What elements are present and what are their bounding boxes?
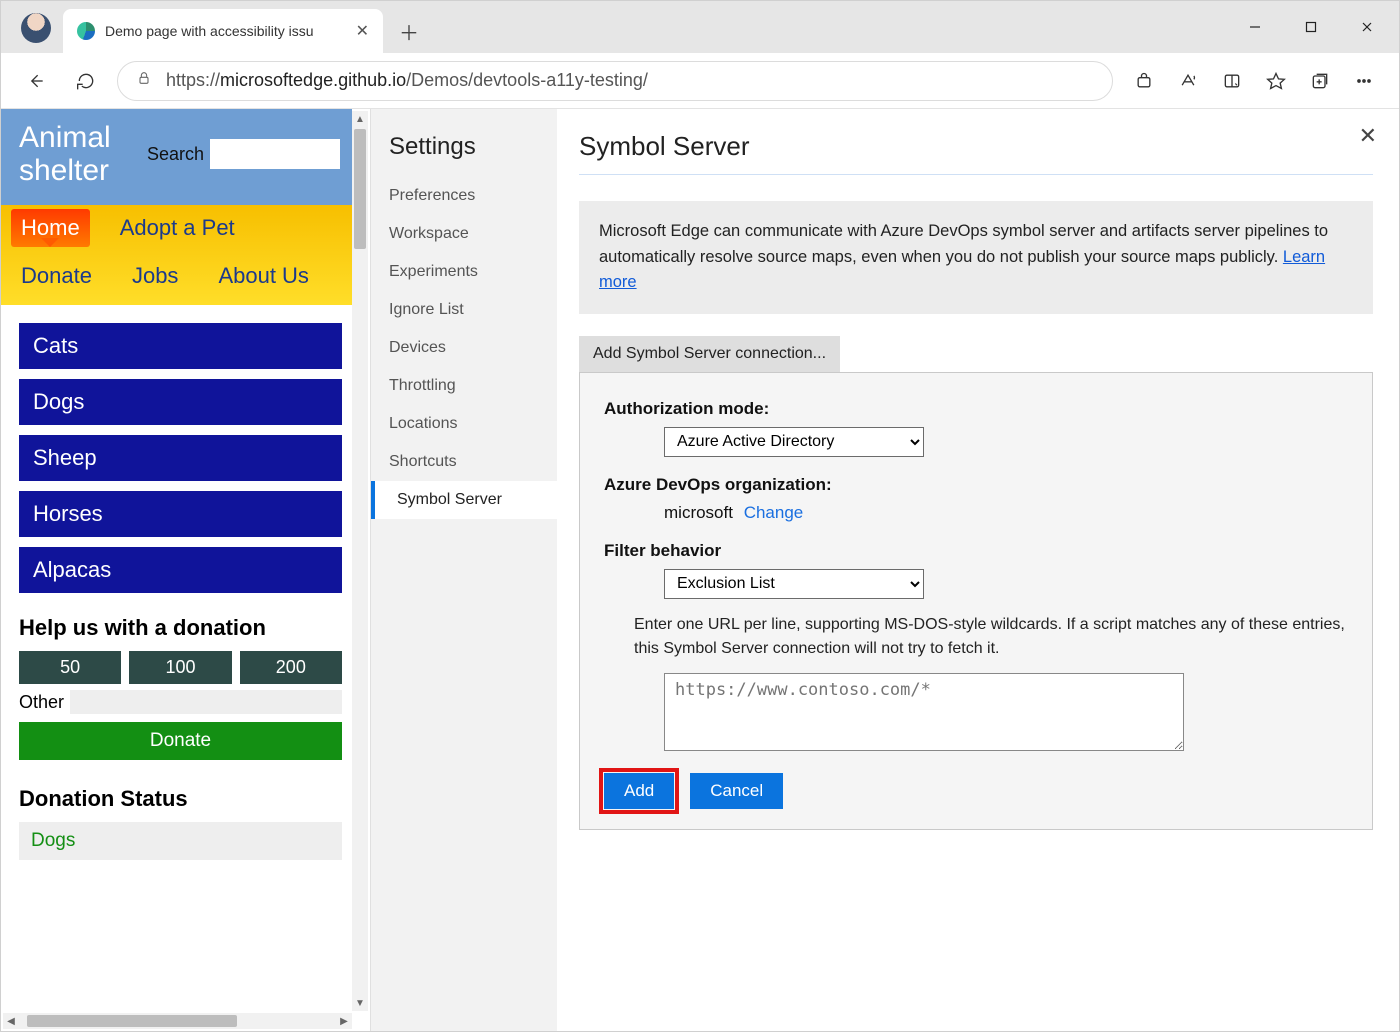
favorite-icon[interactable] (1257, 62, 1295, 100)
scroll-left-arrow-icon[interactable]: ◀ (3, 1013, 19, 1029)
filter-help-text: Enter one URL per line, supporting MS-DO… (634, 613, 1348, 661)
scroll-up-arrow-icon[interactable]: ▲ (352, 111, 368, 127)
auth-mode-label: Authorization mode: (604, 399, 1348, 419)
status-item: Dogs (19, 822, 342, 860)
main-nav: Home Adopt a Pet Donate Jobs About Us (1, 205, 352, 305)
filter-select[interactable]: Exclusion List (664, 569, 924, 599)
nav-about[interactable]: About Us (208, 257, 319, 295)
url-list-textarea[interactable] (664, 673, 1184, 751)
lock-icon (136, 70, 152, 91)
symbol-server-panel: ✕ Symbol Server Microsoft Edge can commu… (557, 109, 1399, 1031)
info-box: Microsoft Edge can communicate with Azur… (579, 201, 1373, 314)
settings-item-devices[interactable]: Devices (371, 329, 557, 367)
more-menu-icon[interactable] (1345, 62, 1383, 100)
profile-avatar[interactable] (21, 13, 51, 43)
settings-item-workspace[interactable]: Workspace (371, 215, 557, 253)
nav-adopt[interactable]: Adopt a Pet (110, 209, 245, 247)
edge-icon (77, 22, 95, 40)
window-minimize-button[interactable] (1227, 1, 1283, 53)
close-panel-icon[interactable]: ✕ (1359, 123, 1377, 149)
read-aloud-icon[interactable] (1169, 62, 1207, 100)
scroll-thumb[interactable] (354, 129, 366, 249)
window-close-button[interactable] (1339, 1, 1395, 53)
scroll-right-arrow-icon[interactable]: ▶ (336, 1013, 352, 1029)
vertical-scrollbar[interactable]: ▲ ▼ (352, 111, 368, 1011)
settings-item-locations[interactable]: Locations (371, 405, 557, 443)
url-path: /Demos/devtools-a11y-testing/ (406, 70, 648, 90)
info-text: Microsoft Edge can communicate with Azur… (599, 222, 1328, 266)
donation-amount-button[interactable]: 100 (129, 651, 231, 684)
url-host: microsoftedge.github.io (220, 70, 406, 90)
collections-icon[interactable] (1301, 62, 1339, 100)
cancel-button[interactable]: Cancel (690, 773, 783, 809)
auth-mode-select[interactable]: Azure Active Directory (664, 427, 924, 457)
browser-tab[interactable]: Demo page with accessibility issu ✕ (63, 9, 383, 53)
filter-label: Filter behavior (604, 541, 1348, 561)
site-title: Animalshelter (19, 121, 111, 187)
org-value: microsoft (664, 503, 733, 522)
back-button[interactable] (17, 62, 55, 100)
window-titlebar: Demo page with accessibility issu ✕ ＋ (1, 1, 1399, 53)
category-link[interactable]: Sheep (19, 435, 342, 481)
url-scheme: https:// (166, 70, 220, 90)
page-preview-pane: Animalshelter Search Home Adopt a Pet Do… (1, 109, 371, 1031)
scroll-down-arrow-icon[interactable]: ▼ (352, 995, 368, 1011)
add-connection-button[interactable]: Add Symbol Server connection... (579, 336, 840, 372)
reading-list-icon[interactable] (1213, 62, 1251, 100)
category-link[interactable]: Dogs (19, 379, 342, 425)
other-label: Other (19, 692, 64, 713)
settings-item-throttling[interactable]: Throttling (371, 367, 557, 405)
other-amount-input[interactable] (70, 690, 342, 714)
settings-item-experiments[interactable]: Experiments (371, 253, 557, 291)
donation-amount-button[interactable]: 200 (240, 651, 342, 684)
url-field[interactable]: https://microsoftedge.github.io/Demos/de… (117, 61, 1113, 101)
settings-item-symbol-server[interactable]: Symbol Server (371, 481, 557, 519)
search-input[interactable] (210, 139, 340, 169)
nav-jobs[interactable]: Jobs (122, 257, 188, 295)
donation-heading: Help us with a donation (19, 615, 352, 641)
panel-title: Symbol Server (579, 131, 1373, 175)
new-tab-button[interactable]: ＋ (391, 13, 427, 49)
address-bar: https://microsoftedge.github.io/Demos/de… (1, 53, 1399, 109)
settings-item-preferences[interactable]: Preferences (371, 177, 557, 215)
search-label: Search (147, 144, 204, 165)
settings-title: Settings (371, 127, 557, 177)
category-link[interactable]: Horses (19, 491, 342, 537)
horizontal-scrollbar[interactable]: ◀ ▶ (3, 1013, 352, 1029)
status-heading: Donation Status (19, 786, 352, 812)
org-label: Azure DevOps organization: (604, 475, 1348, 495)
settings-item-ignore-list[interactable]: Ignore List (371, 291, 557, 329)
nav-home[interactable]: Home (11, 209, 90, 247)
change-org-link[interactable]: Change (744, 503, 804, 522)
donation-amount-button[interactable]: 50 (19, 651, 121, 684)
category-link[interactable]: Alpacas (19, 547, 342, 593)
window-maximize-button[interactable] (1283, 1, 1339, 53)
donate-button[interactable]: Donate (19, 722, 342, 760)
add-button[interactable]: Add (604, 773, 674, 809)
category-link[interactable]: Cats (19, 323, 342, 369)
settings-sidebar: Settings PreferencesWorkspaceExperiments… (371, 109, 557, 1031)
tab-title: Demo page with accessibility issu (105, 23, 314, 39)
settings-item-shortcuts[interactable]: Shortcuts (371, 443, 557, 481)
close-tab-icon[interactable]: ✕ (356, 21, 369, 41)
scroll-thumb[interactable] (27, 1015, 237, 1027)
shopping-icon[interactable] (1125, 62, 1163, 100)
nav-donate[interactable]: Donate (11, 257, 102, 295)
connection-form: Authorization mode: Azure Active Directo… (579, 372, 1373, 830)
refresh-button[interactable] (67, 62, 105, 100)
